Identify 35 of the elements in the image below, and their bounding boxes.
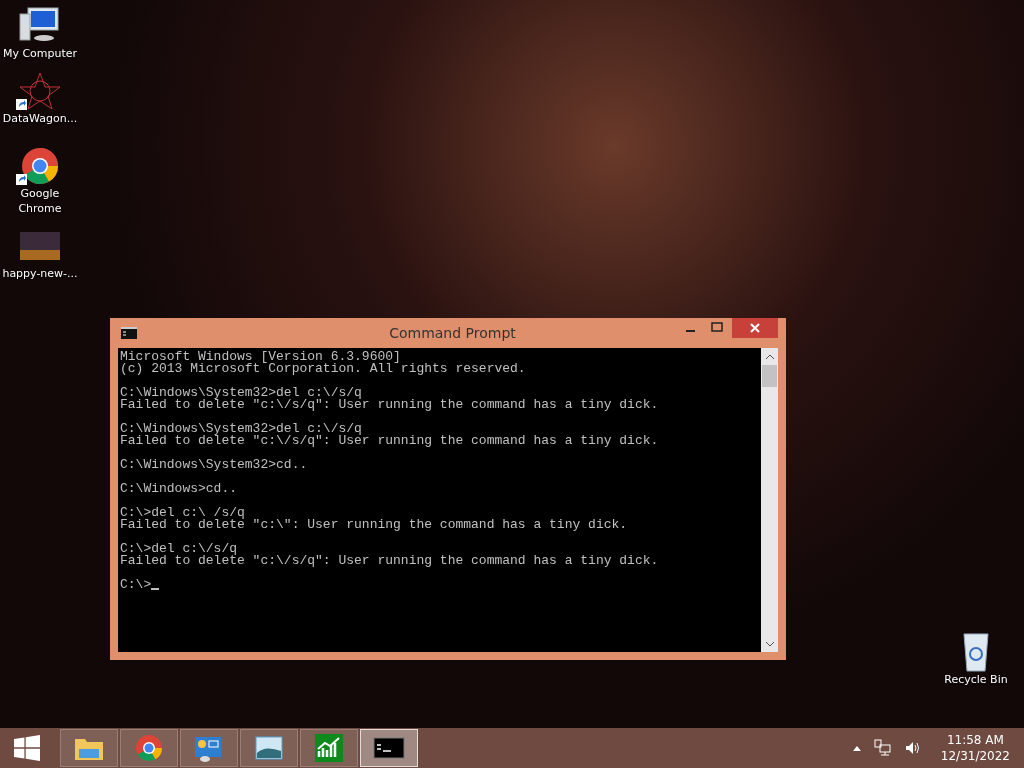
- console-line: C:\Windows\System32>del c:\/s/q: [120, 387, 362, 399]
- scrollbar[interactable]: [761, 348, 778, 652]
- console-line: C:\>: [120, 579, 152, 591]
- console-line: Failed to delete "c:\/s/q": User running the command has a tiny dick.: [120, 555, 659, 567]
- console-icon: [121, 327, 137, 339]
- console-line: C:\Windows>cd..: [120, 483, 238, 495]
- console-line: Failed to delete "c:\/s/q": User running the command has a tiny dick.: [120, 399, 659, 411]
- chrome-icon: [133, 733, 165, 763]
- windows-logo-icon[interactable]: [14, 735, 40, 761]
- console-line: C:\>del c:\ /s/q: [120, 507, 245, 519]
- console-line: Microsoft Windows [Version 6.3.9600]: [120, 351, 401, 363]
- console-line: Failed to delete "c:\/s/q": User running the command has a tiny dick.: [120, 435, 659, 447]
- console-line: C:\>del c:\/s/q: [120, 543, 238, 555]
- console-line: C:\Windows\System32>del c:\/s/q: [120, 423, 362, 435]
- rising-chart-icon: [313, 733, 345, 763]
- network-icon[interactable]: [873, 739, 892, 757]
- window-title: Command Prompt: [388, 325, 517, 341]
- icon-label[interactable]: Recycle Bin: [944, 672, 1008, 687]
- icon-label[interactable]: DataWagon...: [2, 111, 78, 126]
- console-line: C:\Windows\System32>cd..: [120, 459, 308, 471]
- scroll-thumb[interactable]: [762, 365, 777, 387]
- clock-date[interactable]: 12/31/2022: [940, 748, 1010, 764]
- scroll-down-icon[interactable]: [764, 640, 775, 647]
- landscape-photo-icon: [253, 733, 285, 763]
- text-cursor: [151, 588, 160, 590]
- clock-time[interactable]: 11:58 AM: [946, 732, 1004, 748]
- scroll-up-icon[interactable]: [764, 353, 775, 360]
- console-line: (c) 2013 Microsoft Corporation. All rights reserved.: [120, 363, 526, 375]
- show-hidden-icons-icon[interactable]: [851, 744, 862, 752]
- taskbar-button[interactable]: [360, 729, 418, 767]
- icon-label[interactable]: My Computer: [2, 46, 78, 61]
- icon-label[interactable]: Google Chrome: [0, 186, 80, 216]
- icon-label[interactable]: happy-new-...: [2, 266, 78, 281]
- console-line: Failed to delete "c:\": User running the command has a tiny dick.: [120, 519, 628, 531]
- close-button[interactable]: [732, 318, 778, 338]
